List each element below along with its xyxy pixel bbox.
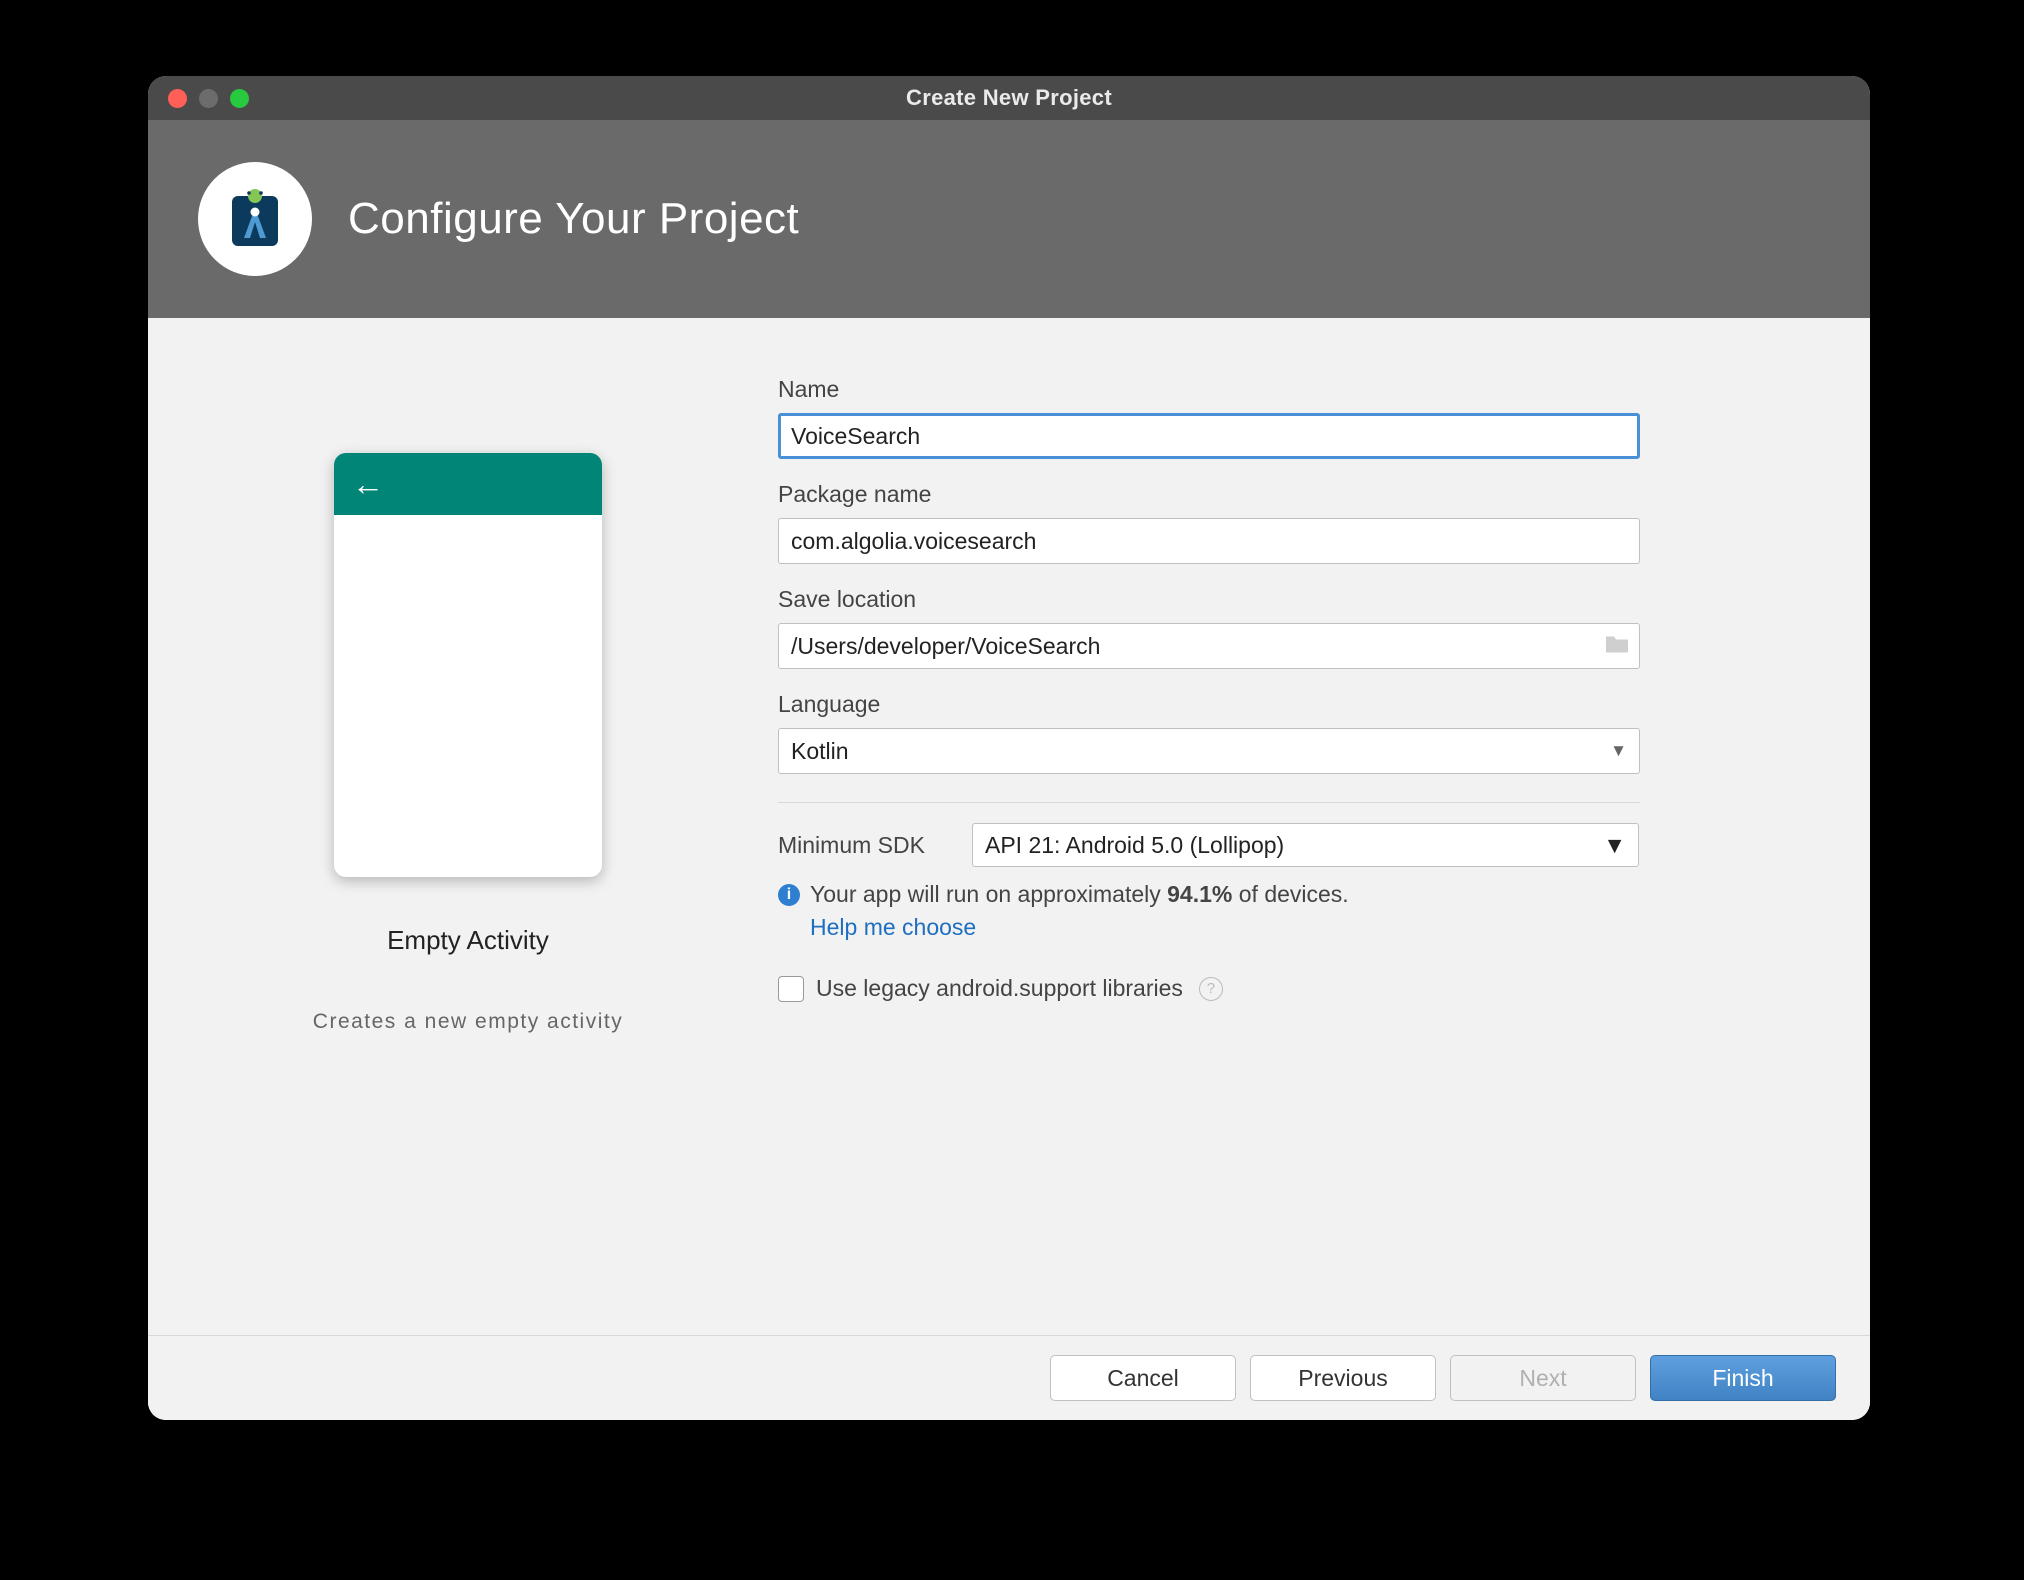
window-title: Create New Project (148, 85, 1870, 111)
language-label: Language (778, 691, 1810, 718)
help-icon[interactable]: ? (1199, 977, 1223, 1001)
titlebar: Create New Project (148, 76, 1870, 120)
template-description: Creates a new empty activity (313, 1010, 623, 1034)
legacy-support-label: Use legacy android.support libraries (816, 975, 1183, 1002)
info-text-post: of devices. (1232, 881, 1348, 907)
dialog-window: Create New Project Configure Your Projec… (148, 76, 1870, 1420)
template-preview-pane: ← Empty Activity Creates a new empty act… (208, 358, 728, 1034)
package-input[interactable] (778, 518, 1640, 564)
help-me-choose-link[interactable]: Help me choose (810, 914, 1810, 941)
page-title: Configure Your Project (348, 194, 799, 244)
cancel-button[interactable]: Cancel (1050, 1355, 1236, 1401)
browse-folder-icon[interactable] (1604, 633, 1630, 660)
min-sdk-select[interactable]: API 21: Android 5.0 (Lollipop) ▼ (972, 823, 1639, 867)
dialog-header: Configure Your Project (148, 120, 1870, 318)
previous-button[interactable]: Previous (1250, 1355, 1436, 1401)
min-sdk-label: Minimum SDK (778, 832, 948, 859)
phone-preview: ← (334, 453, 602, 877)
info-percentage: 94.1% (1167, 881, 1232, 907)
chevron-down-icon: ▼ (1610, 741, 1627, 761)
language-value: Kotlin (791, 738, 849, 765)
android-studio-icon (198, 162, 312, 276)
back-arrow-icon: ← (352, 468, 384, 500)
chevron-down-icon: ▼ (1603, 832, 1626, 859)
dialog-footer: Cancel Previous Next Finish (148, 1335, 1870, 1420)
language-select[interactable]: Kotlin ▼ (778, 728, 1640, 774)
min-sdk-value: API 21: Android 5.0 (Lollipop) (985, 832, 1284, 859)
legacy-support-checkbox[interactable] (778, 976, 804, 1002)
finish-button[interactable]: Finish (1650, 1355, 1836, 1401)
template-name: Empty Activity (387, 925, 549, 956)
next-button: Next (1450, 1355, 1636, 1401)
info-text-pre: Your app will run on approximately (810, 881, 1167, 907)
name-input[interactable] (778, 413, 1640, 459)
form-pane: Name Package name Save location (778, 358, 1810, 1034)
save-location-input[interactable] (778, 623, 1640, 669)
save-location-label: Save location (778, 586, 1810, 613)
preview-appbar: ← (334, 453, 602, 515)
sdk-info-row: i Your app will run on approximately 94.… (778, 881, 1810, 908)
name-label: Name (778, 376, 1810, 403)
info-icon: i (778, 884, 800, 906)
package-label: Package name (778, 481, 1810, 508)
divider (778, 802, 1640, 803)
